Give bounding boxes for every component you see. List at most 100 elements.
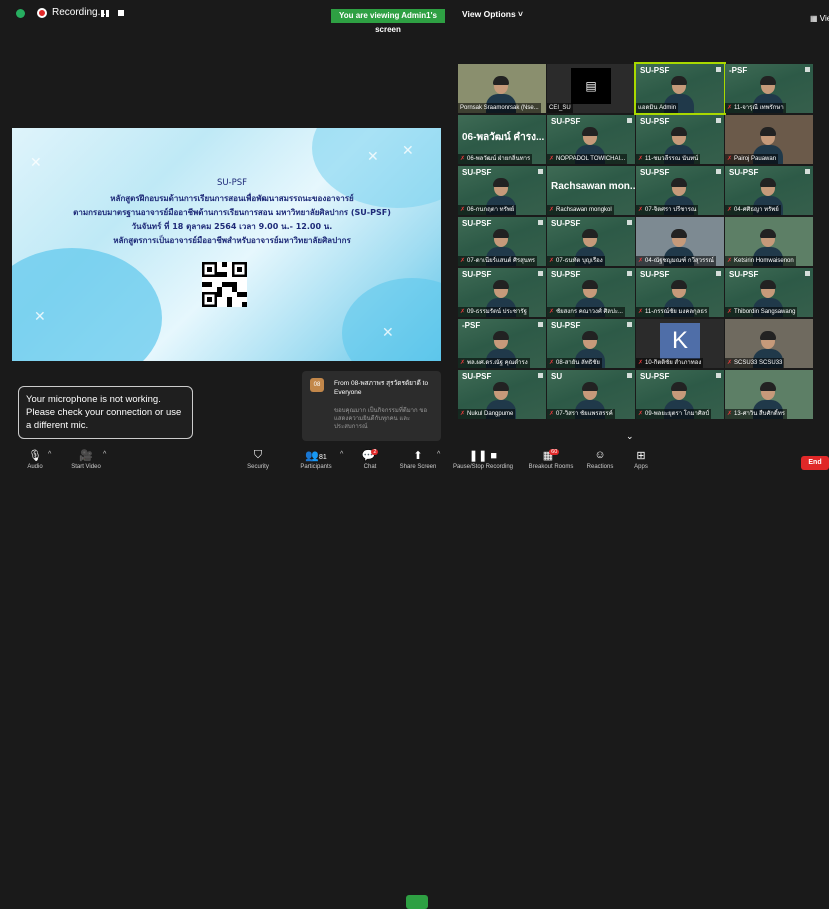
participant-name-label: ✗ 06-กนกฤตา ทรัพย์ [458,205,517,215]
participant-tile[interactable]: SU-PSF ✗ 09-พลยะยุตรา โกมาศิลป์ [636,370,724,419]
viewing-banner: You are viewing Admin1's screen [331,9,445,34]
mic-muted-icon: ✗ [549,207,555,213]
mic-muted-icon: ✗ [727,156,733,162]
slide-line-4: หลักสูตรการเป็นอาจารย์มืออาชีพสำหรับอาจา… [113,236,351,245]
view-options-button[interactable]: View Options ˅ [462,9,523,19]
participant-tile[interactable]: -PSF ✗ พล.ผศ.ดร.ณัฐ คุณดำรง [458,319,546,368]
security-shield-icon[interactable] [16,9,25,18]
audio-button[interactable]: 🎙 Audio [20,447,50,470]
tile-display-name: Rachsawan mon... [551,181,635,192]
mic-muted-icon: ✗ [460,156,466,162]
reactions-button[interactable]: ☺ Reactions [583,447,617,470]
tile-logo-icon [805,271,810,276]
mic-muted-icon: ✗ [727,411,733,417]
participant-name: 13-ศาวิน สืบศักดิ์ทร [734,411,786,417]
participant-name: Rachsawan mongkol [556,207,612,213]
mic-muted-icon: ✗ [727,309,733,315]
participant-tile[interactable]: SU-PSF ✗ 07-ธนทัต บุญเรือง [547,217,635,266]
mic-muted-icon: ✗ [549,360,555,366]
security-button[interactable]: ⛉ Security [243,447,273,470]
mic-muted-icon: ✗ [460,258,466,264]
mic-muted-icon: ✗ [727,360,733,366]
participant-tile[interactable]: ✗ 13-ศาวิน สืบศักดิ์ทร [725,370,813,419]
participant-tile[interactable]: ✗ Pairoj Pauawan [725,115,813,164]
participant-tile[interactable]: SU-PSF ✗ 07-จิตศรา ปรีชารณ [636,166,724,215]
chat-button[interactable]: 💬2 Chat [357,447,383,470]
participant-tile[interactable]: SU-PSF ✗ Nukul Dangpume [458,370,546,419]
pause-recording-icon[interactable] [101,10,109,17]
recording-label: Recording... [52,7,106,18]
tile-header-text: SU-PSF [551,219,581,228]
decor-blob [12,248,162,361]
participant-tile[interactable]: ✗ 04-ณัฐชญมณฑ์ กวีสุวรรณ์ [636,217,724,266]
participant-tile[interactable]: ✗ SCSU33 SCSU33 [725,319,813,368]
participant-tile[interactable]: SU-PSF ✗ 07-ดาเนียร์แสนต์ ศิรสุนทร [458,217,546,266]
mic-muted-icon: ✗ [460,309,466,315]
participant-tile[interactable]: SU-PSF ✗ 09-ธรรมรัตน์ ประชารัฐ [458,268,546,317]
tile-header-text: SU-PSF [640,372,670,381]
view-button[interactable]: ▦ View [810,14,829,23]
decor-x-icon: ✕ [382,324,394,340]
tile-header-text: SU-PSF [551,117,581,126]
participant-tile[interactable]: SU-PSF ✗ 08-สายัน ลัทธิชัย [547,319,635,368]
participant-name-label: ✗ 10-กิตติชัย สำเภาทอง [636,358,704,368]
participant-tile[interactable]: Pornsak Sraamonrsak (Nse... [458,64,546,113]
tile-header-text: SU-PSF [640,117,670,126]
participant-tile[interactable]: ▤ CEI_SU [547,64,635,113]
mic-muted-icon: ✗ [460,411,466,417]
participant-tile[interactable]: SU ✗ 07-วิสรา ชัยแพรสรรค์ [547,370,635,419]
participant-name-label: ✗ 07-จิตศรา ปรีชารณ [636,205,699,215]
participants-count: 81 [318,454,327,461]
apps-button[interactable]: ⊞ Apps [627,447,655,470]
video-button[interactable]: 🎥 Start Video [66,447,106,470]
qr-code [202,262,247,307]
stop-recording-icon[interactable] [118,10,124,16]
participant-name: Pornsak Sraamonrsak (Nse... [460,105,539,111]
participant-tile[interactable]: ✗ Ketsirin Homwaisenon [725,217,813,266]
participant-name-label: ✗ Rachsawan mongkol [547,205,614,215]
participant-tile[interactable]: SU-PSF ✗ ชัยสงกร คณาวงศ์ ศิลปะ... [547,268,635,317]
chat-preview[interactable]: 08 From 08-พสภาพร สุรวัดรดัยาดี to Every… [302,371,441,441]
participant-tile[interactable]: SU-PSF ✗ Thibordin Sangsawang [725,268,813,317]
tile-header-text: -PSF [462,321,481,330]
participants-options-caret[interactable]: ^ [340,451,343,458]
participant-tile[interactable]: SU-PSF ✗ 06-กนกฤตา ทรัพย์ [458,166,546,215]
participant-tile[interactable]: SU-PSF ✗ NOPPADOL TOWICHAI... [547,115,635,164]
video-off-icon: 🎥 [79,450,93,462]
slide-line-2: ตามกรอบมาตรฐานอาจารย์มืออาชีพด้านการเรีย… [73,208,391,217]
chevron-down-icon[interactable]: ⌄ [626,431,646,443]
tile-logo-icon [716,373,721,378]
participant-tile[interactable]: SU-PSF ✗ 04-ศศิธญา ทรัพย์ [725,166,813,215]
participant-tile[interactable]: -PSF ✗ 11-จารุณี เทพรักษา [725,64,813,113]
share-screen-highlight [406,895,428,909]
mic-muted-icon: ✗ [638,207,644,213]
tile-logo-icon [627,271,632,276]
video-options-caret[interactable]: ^ [103,451,106,458]
participant-name-label: ✗ 07-ธนทัต บุญเรือง [547,256,605,266]
mic-muted-icon: ✗ [460,360,466,366]
breakout-rooms-button[interactable]: ▦60 Breakout Rooms [524,447,578,470]
audio-options-caret[interactable]: ^ [48,451,51,458]
participant-tile[interactable]: SU-PSF แอดมิน Admin [634,62,726,115]
participant-tile[interactable]: 06-พลวัฒน์ คำรง... ✗ 06-พลวัฒน์ ฝ่ายกลิ่นท… [458,115,546,164]
shield-icon: ⛉ [253,449,263,461]
recording-button[interactable]: ❚❚ ■ Pause/Stop Recording [451,447,515,470]
share-screen-button[interactable]: ⬆ Share Screen [398,447,438,470]
mic-muted-icon: ✗ [638,309,644,315]
tile-logo-icon [538,373,543,378]
participants-button[interactable]: 👥81 Participants [296,447,336,470]
tile-header-text: SU-PSF [640,270,670,279]
participant-tile[interactable]: K ✗ 10-กิตติชัย สำเภาทอง [636,319,724,368]
participant-name: 07-ดาเนียร์แสนต์ ศิรสุนทร [467,258,536,264]
tile-header-text: SU-PSF [462,270,492,279]
share-options-caret[interactable]: ^ [437,451,440,458]
chat-from: From 08-พสภาพร สุรวัดรดัยาดี to Everyone [334,380,429,396]
chat-label: Chat [363,464,377,470]
participant-name-label: ✗ 11-จารุณี เทพรักษา [725,103,786,113]
participant-name-label: ✗ Pairoj Pauawan [725,154,779,164]
participant-tile[interactable]: SU-PSF ✗ 11-ชมวลีรรณ นันทน์ [636,115,724,164]
participant-tile[interactable]: SU-PSF ✗ 11-ภรรณ์ชัย มงคลกุลธร [636,268,724,317]
end-meeting-button[interactable]: End [801,456,829,470]
participant-tile[interactable]: Rachsawan mon... ✗ Rachsawan mongkol [547,166,635,215]
tile-header-text: SU-PSF [729,270,759,279]
